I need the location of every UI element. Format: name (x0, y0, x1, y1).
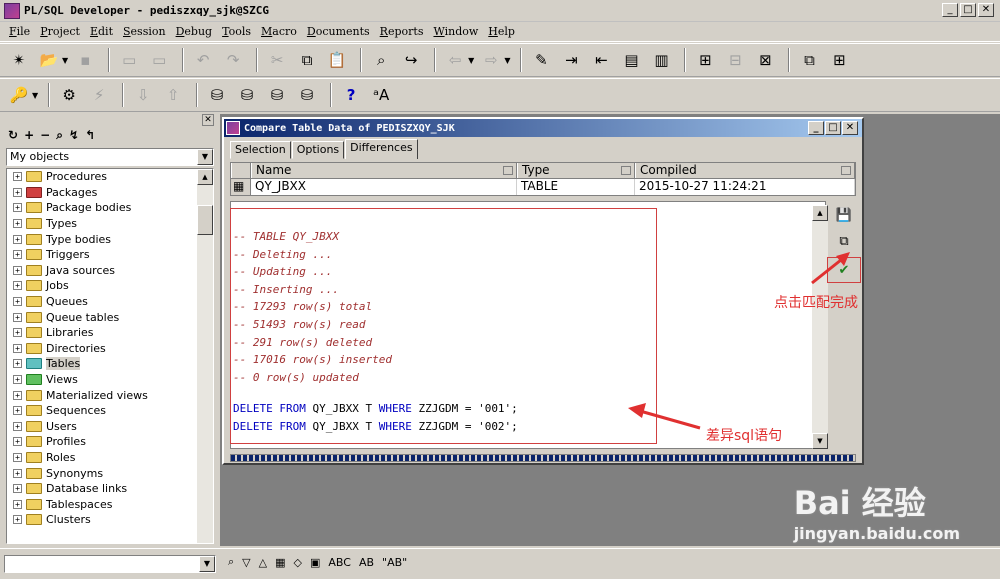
annotation-sql-label: 差异sql语句 (706, 428, 783, 444)
annotation-apply-label: 点击匹配完成 (774, 295, 858, 311)
find-toolbar: ⌕ ▽ △ ▦ ◇ ▣ ABC AB "AB" (228, 555, 407, 569)
match-case-icon[interactable]: ABC (328, 556, 351, 569)
tab-differences[interactable]: Differences (345, 139, 418, 159)
regex-icon[interactable]: AB (359, 556, 374, 569)
watermark-logo: Bai 经验 (793, 484, 926, 522)
whole-word-icon[interactable]: ▣ (310, 556, 320, 569)
chevron-down-icon[interactable]: ▼ (199, 556, 215, 572)
bottom-find-bar: ▼ ⌕ ▽ △ ▦ ◇ ▣ ABC AB "AB" (0, 548, 1000, 579)
find-up-icon[interactable]: △ (259, 556, 267, 569)
arrow-line-sql (639, 409, 701, 430)
watermark-url: jingyan.baidu.com (793, 524, 960, 543)
find-down-icon[interactable]: ▽ (242, 556, 250, 569)
highlight-icon[interactable]: ▦ (275, 556, 285, 569)
eraser-icon[interactable]: ◇ (294, 556, 302, 569)
binoculars-icon[interactable]: ⌕ (228, 555, 234, 569)
quoted-icon[interactable]: "AB" (382, 556, 407, 569)
find-select[interactable]: ▼ (4, 555, 216, 573)
arrow-head-sql (628, 403, 646, 418)
baidu-watermark: Bai 经验 jingyan.baidu.com (794, 478, 960, 543)
